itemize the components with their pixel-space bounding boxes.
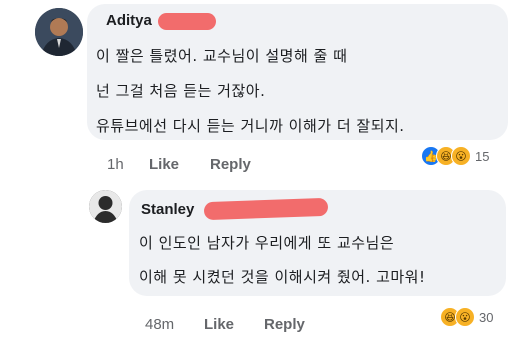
reply-reaction-count: 30 — [479, 309, 494, 325]
reply-author[interactable]: Stanley — [141, 201, 194, 218]
comment-reply-button[interactable]: Reply — [210, 156, 251, 173]
wow-reaction-icon: 😮 — [451, 146, 471, 166]
comment-line-2: 넌 그걸 처음 듣는 거잖아. — [96, 82, 266, 100]
comment-line-3: 유튜브에선 다시 듣는 거니까 이해가 더 잘되지. — [96, 117, 405, 135]
comment-timestamp[interactable]: 1h — [107, 156, 124, 173]
reply-reactions[interactable]: 😆 😮 30 — [440, 307, 493, 327]
comment-line-1: 이 짤은 틀렸어. 교수님이 설명해 줄 때 — [96, 47, 348, 65]
name-redaction — [158, 13, 216, 30]
comment-reactions[interactable]: 👍 😆 😮 15 — [421, 146, 489, 166]
reply-timestamp[interactable]: 48m — [145, 316, 174, 333]
reply-line-1: 이 인도인 남자가 우리에게 또 교수님은 — [139, 234, 395, 252]
comment-author[interactable]: Aditya — [106, 12, 152, 29]
comment-reaction-count: 15 — [475, 148, 490, 164]
wow-reaction-icon: 😮 — [455, 307, 475, 327]
profile-photo-icon — [89, 190, 122, 223]
reply-reply-button[interactable]: Reply — [264, 316, 305, 333]
profile-photo-icon — [35, 8, 83, 56]
reply-like-button[interactable]: Like — [204, 316, 234, 333]
avatar-aditya[interactable] — [35, 8, 83, 56]
avatar-stanley[interactable] — [89, 190, 122, 223]
comment-like-button[interactable]: Like — [149, 156, 179, 173]
reply-line-2: 이해 못 시켰던 것을 이해시켜 줬어. 고마워! — [139, 268, 426, 286]
